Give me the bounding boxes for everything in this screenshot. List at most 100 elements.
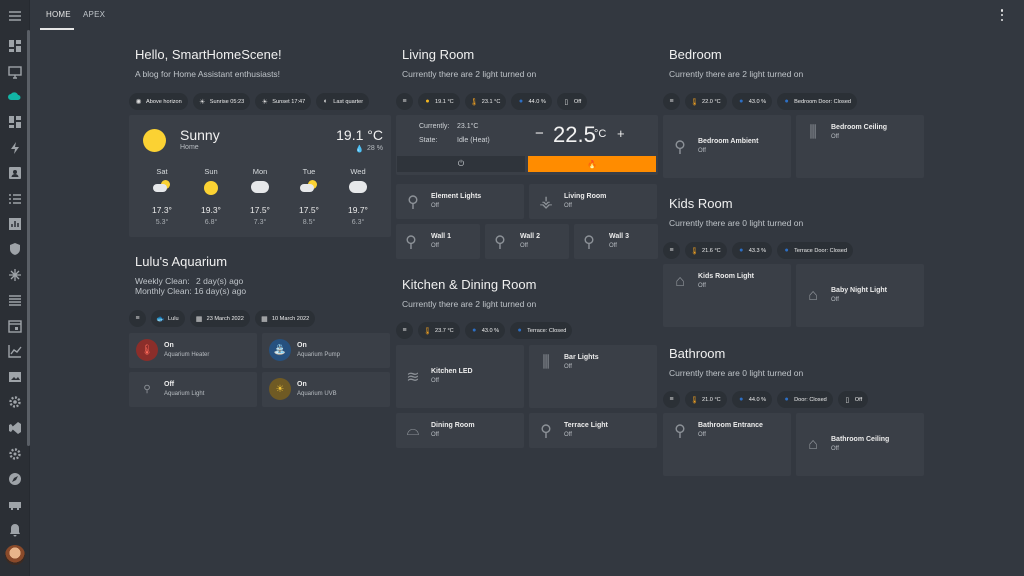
avatar[interactable] xyxy=(5,545,25,565)
hvac-heat-button[interactable]: 🔥 xyxy=(528,156,656,172)
temperature-chip[interactable]: ● 19.1 °C xyxy=(418,93,460,110)
light-tile[interactable]: ⚲ Terrace Light Off xyxy=(529,413,657,448)
light-tile[interactable]: ⚲ Wall 3 Off xyxy=(574,224,658,259)
light-tile[interactable]: ⚶ Living Room Off xyxy=(529,184,657,219)
person-card-icon[interactable] xyxy=(7,165,23,181)
hvac-off-button[interactable]: ⏻ xyxy=(397,156,525,172)
kids-menu-chip[interactable]: ≡ xyxy=(663,242,680,259)
uv-sun-icon: ☀ xyxy=(269,378,291,400)
tile-name: Aquarium Pump xyxy=(297,352,341,358)
home-cloud-icon[interactable] xyxy=(7,89,23,105)
aquarium-uvb-tile[interactable]: ☀ On Aquarium UVB xyxy=(262,372,390,407)
thermometer-icon: 🌡 xyxy=(136,339,158,361)
temperature-chip[interactable]: 🌡 21.6 °C xyxy=(685,242,727,259)
tab-apex[interactable]: APEX xyxy=(83,10,105,19)
light-tile[interactable]: ⌂ Baby Night Light Off xyxy=(796,264,924,327)
door-chip[interactable]: ● Bedroom Door: Closed xyxy=(777,93,858,110)
switch-chip[interactable]: ▯ Off xyxy=(556,93,588,110)
terminal-icon[interactable] xyxy=(7,497,23,513)
calendar-icon[interactable] xyxy=(7,318,23,334)
temperature-chip[interactable]: 🌡 22.0 °C xyxy=(685,93,727,110)
weather-card[interactable]: Sunny Home 19.1 °C 💧 28 % Sat Sun Mon Tue… xyxy=(129,115,391,237)
thermometer-icon: 🌡 xyxy=(690,247,699,255)
tile-name: Wall 2 xyxy=(520,233,540,240)
shield-icon[interactable] xyxy=(7,241,23,257)
toggle-icon: ▯ xyxy=(845,396,850,404)
network-icon[interactable] xyxy=(7,267,23,283)
sunrise-chip[interactable]: ☀ Sunrise 05:23 xyxy=(192,93,251,110)
light-tile[interactable]: ⚲ Wall 2 Off xyxy=(485,224,569,259)
grid-icon[interactable] xyxy=(7,114,23,130)
light-tile[interactable]: ⌓ Dining Room Off xyxy=(396,413,524,448)
fish-chip[interactable]: 🐟 Lulu xyxy=(151,310,185,327)
thermostat-current-temp: 23.1°C xyxy=(457,123,479,130)
list-icon[interactable] xyxy=(7,191,23,207)
bedroom-menu-chip[interactable]: ≡ xyxy=(663,93,680,110)
sunset-chip[interactable]: ☀ Sunset 17:47 xyxy=(255,93,312,110)
cog-icon[interactable] xyxy=(7,394,23,410)
sun-chip[interactable]: ✺ Above horizon xyxy=(129,93,188,110)
thermometer-icon: 🌡 xyxy=(469,98,479,106)
compass-icon[interactable] xyxy=(7,471,23,487)
tile-name: Living Room xyxy=(564,193,607,200)
living-room-subtitle: Currently there are 2 light turned on xyxy=(402,69,537,79)
menu-icon[interactable] xyxy=(7,8,23,24)
light-tile[interactable]: ⌂ Kids Room Light Off xyxy=(663,264,791,327)
moon-phase-icon: ◐ xyxy=(323,98,328,105)
temperature-chip[interactable]: 🌡 21.0 °C xyxy=(685,391,727,408)
humidity-chip[interactable]: ● 44.0 % xyxy=(511,93,552,110)
door-chip[interactable]: ● Door: Closed xyxy=(777,391,833,408)
light-tile[interactable]: ⚲ Element Lights Off xyxy=(396,184,524,219)
humidity-chip[interactable]: ● 44.0 % xyxy=(731,391,773,408)
dashboard-icon[interactable] xyxy=(7,38,23,54)
tile-state: On xyxy=(297,342,307,349)
monitor-icon[interactable] xyxy=(7,64,23,80)
aquarium-light-tile[interactable]: ⚲ Off Aquarium Light xyxy=(129,372,257,407)
kitchen-menu-chip[interactable]: ≡ xyxy=(396,322,413,339)
floor-lamp-icon: ⚲ xyxy=(674,139,686,156)
weather-condition: Sunny xyxy=(180,127,220,143)
aquarium-menu-chip[interactable]: ≡ xyxy=(129,310,146,327)
chart-box-icon[interactable] xyxy=(7,216,23,232)
settings-icon[interactable] xyxy=(7,446,23,462)
moon-chip[interactable]: ◐ Last quarter xyxy=(316,93,370,110)
light-tile[interactable]: ≋ Kitchen LED Off xyxy=(396,345,524,408)
date-chip[interactable]: ▦ 23 March 2022 xyxy=(189,310,250,327)
image-edit-icon[interactable] xyxy=(7,369,23,385)
humidity-chip[interactable]: ● 43.3 % xyxy=(731,242,773,259)
door-chip[interactable]: ● Terrace Door: Closed xyxy=(777,242,853,259)
light-tile[interactable]: ⚲ Bathroom Entrance Off xyxy=(663,413,791,476)
weather-temperature: 19.1 °C xyxy=(336,127,383,143)
layers-icon[interactable] xyxy=(7,292,23,308)
light-tile[interactable]: ⌂ Bathroom Ceiling Off xyxy=(796,413,924,476)
humidity-chip[interactable]: ● 43.0 % xyxy=(731,93,773,110)
sidebar-scrollbar[interactable] xyxy=(27,30,30,446)
bell-icon[interactable] xyxy=(7,522,23,538)
water-percent-icon: ● xyxy=(739,396,744,403)
vscode-icon[interactable] xyxy=(7,420,23,436)
humidity-chip[interactable]: ● 43.0 % xyxy=(464,322,506,339)
energy-icon[interactable] xyxy=(7,140,23,156)
bathroom-menu-chip[interactable]: ≡ xyxy=(663,391,680,408)
tile-state: On xyxy=(297,381,307,388)
light-tile[interactable]: ⚲ Wall 1 Off xyxy=(396,224,480,259)
history-chart-icon[interactable] xyxy=(7,343,23,359)
decrease-temp-button[interactable]: − xyxy=(535,125,544,142)
light-tile[interactable]: ⫼ Bar Lights Off xyxy=(529,345,657,408)
door-chip[interactable]: ● Terrace: Closed xyxy=(510,322,573,339)
switch-chip[interactable]: ▯ Off xyxy=(837,391,869,408)
increase-temp-button[interactable]: + xyxy=(617,126,625,141)
more-options-icon[interactable] xyxy=(1000,9,1004,21)
living-menu-chip[interactable]: ≡ xyxy=(396,93,413,110)
sunset-icon: ☀ xyxy=(261,98,268,106)
temperature-chip[interactable]: 🌡 23.1 °C xyxy=(464,93,507,110)
light-tile[interactable]: ⚲ Bedroom Ambient Off xyxy=(663,115,791,178)
temperature-chip[interactable]: 🌡 23.7 °C xyxy=(418,322,460,339)
aquarium-heater-tile[interactable]: 🌡 On Aquarium Heater xyxy=(129,333,257,368)
date-chip[interactable]: ▦ 10 March 2022 xyxy=(254,310,316,327)
aquarium-pump-tile[interactable]: ⛲ On Aquarium Pump xyxy=(262,333,390,368)
water-percent-icon: ● xyxy=(472,327,477,334)
welcome-title: Hello, SmartHomeScene! xyxy=(135,47,282,62)
light-tile[interactable]: ⫼ Bedroom Ceiling Off xyxy=(796,115,924,178)
tab-home[interactable]: HOME xyxy=(46,10,71,19)
